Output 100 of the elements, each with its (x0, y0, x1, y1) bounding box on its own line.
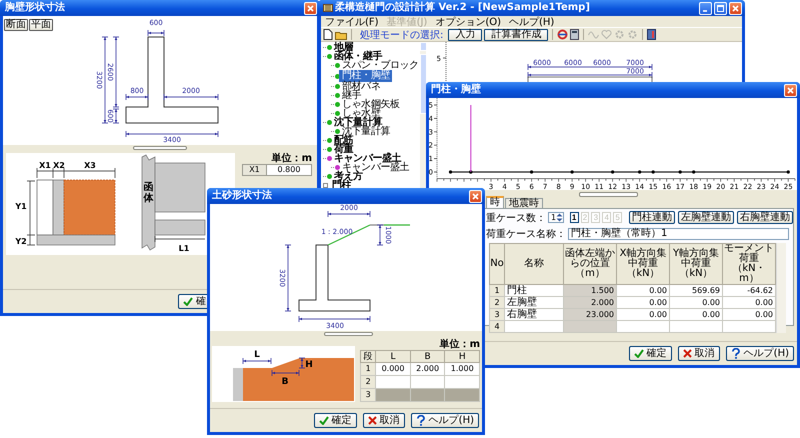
tree-item[interactable]: しゃ水壁 (341, 109, 382, 118)
data-point (652, 170, 655, 174)
tree-item[interactable]: 部材バネ (341, 82, 382, 91)
tree-item[interactable]: 配筋 (333, 136, 354, 145)
tab[interactable]: 時 (486, 196, 504, 208)
data-point (530, 170, 534, 174)
minimize-button[interactable] (699, 2, 712, 14)
case-count-label: 重ケース数： (486, 212, 546, 224)
tree-item[interactable]: 地層 (333, 43, 354, 52)
link-button[interactable]: 右胸壁連動 (737, 211, 794, 224)
help-button[interactable]: ヘルプ(H) (726, 346, 794, 361)
row-header: 1 (360, 362, 376, 376)
close-button[interactable] (304, 2, 317, 14)
data-point (448, 170, 452, 174)
dimension-line (376, 224, 384, 246)
table-cell[interactable] (564, 320, 616, 332)
ring-icon[interactable] (557, 29, 568, 40)
table-cell[interactable]: 2.000 (410, 362, 445, 376)
dimension-line (328, 210, 370, 218)
close-button[interactable] (469, 190, 482, 202)
close-button[interactable] (784, 84, 797, 96)
mode-button[interactable]: 計算書作成 (484, 28, 548, 40)
diagram-label: Y1 (15, 202, 27, 211)
diagram-label: L (254, 350, 260, 360)
splitter-handle[interactable] (133, 146, 187, 150)
table-cell[interactable]: 左胸壁 (504, 296, 564, 308)
table-cell[interactable]: 0.00 (670, 296, 722, 308)
table-cell[interactable]: 0.000 (376, 362, 410, 376)
calculator-icon[interactable] (570, 29, 580, 40)
table-cell[interactable]: 1.500 (564, 284, 616, 296)
folder-icon[interactable] (335, 30, 347, 40)
tree-item[interactable]: 継手 (341, 91, 362, 100)
scroll-thumb[interactable] (579, 192, 638, 197)
table-cell[interactable]: 0.00 (722, 308, 776, 320)
maximize-button[interactable] (714, 2, 727, 14)
tree-item[interactable]: 考え方 (333, 172, 364, 181)
tree-item[interactable]: しゃ水鋼矢板 (341, 100, 401, 109)
check-icon (318, 416, 329, 425)
view-button[interactable]: 平面 (29, 19, 53, 31)
dimension-line (164, 94, 218, 100)
cancel-button[interactable]: 取消 (678, 346, 720, 361)
scrollbar[interactable] (776, 243, 786, 333)
table-cell[interactable]: 2.000 (564, 296, 616, 308)
close-button[interactable] (729, 2, 742, 14)
splitter-handle[interactable] (324, 332, 373, 336)
book-icon[interactable] (647, 29, 656, 40)
row-header: 1 (490, 284, 504, 296)
confirm-button[interactable]: 確定 (314, 413, 357, 428)
tree-item[interactable]: キャンバー盛土 (341, 163, 410, 172)
menu-item[interactable]: ヘルプ(H) (509, 14, 554, 28)
table-cell[interactable]: 門柱 (504, 284, 564, 296)
view-button[interactable]: 断面 (4, 19, 28, 31)
table-cell[interactable]: 1.000 (444, 362, 480, 376)
table-cell[interactable]: 0.800 (267, 164, 312, 176)
window-title: 柔構造樋門の設計計算 Ver.2 - [NewSample1Temp] (335, 1, 591, 15)
case-button[interactable]: 1 (570, 212, 579, 223)
diagram-label: X1 (39, 161, 51, 170)
table-cell[interactable]: 0.00 (616, 308, 670, 320)
tree-item[interactable]: 函体・継手 (333, 52, 384, 61)
tree-item[interactable]: 門柱・胸壁 (339, 70, 392, 82)
tree-item[interactable]: スパン・ブロック (341, 61, 420, 70)
window-title: 胸壁形状寸法 (5, 1, 66, 15)
table-cell[interactable] (722, 320, 776, 332)
column-header: X軸方向集中荷重（kN） (616, 244, 670, 284)
table-cell[interactable] (504, 320, 564, 332)
menu-item[interactable]: オプション(O) (435, 14, 502, 28)
table-cell[interactable] (616, 320, 670, 332)
row-header: 3 (360, 388, 376, 402)
link-button[interactable]: 左胸壁連動 (678, 211, 734, 224)
menu-item[interactable]: ファイル(F) (325, 14, 379, 28)
table-cell[interactable]: 0.00 (670, 308, 722, 320)
table-cell[interactable]: 569.69 (670, 284, 722, 296)
data-point (570, 170, 574, 174)
cancel-button[interactable]: 取消 (362, 413, 405, 428)
tree-item[interactable]: 沈下量計算 (333, 118, 384, 127)
table-cell[interactable] (670, 320, 722, 332)
case-name-label: 荷重ケース名称： (486, 228, 566, 240)
link-button[interactable]: 門柱連動 (629, 211, 676, 224)
confirm-button[interactable]: 確定 (628, 346, 672, 361)
tab[interactable]: 地震時 (505, 198, 543, 208)
table-cell[interactable]: 23.000 (564, 308, 616, 320)
table-cell[interactable]: 0.00 (722, 296, 776, 308)
case-count-spinner[interactable]: 1 (548, 212, 564, 223)
new-file-icon[interactable] (323, 29, 333, 40)
cross-icon (682, 349, 692, 358)
column-header: Y軸方向集中荷重（kN） (670, 244, 722, 284)
table-cell[interactable]: 0.00 (616, 284, 670, 296)
tree-item[interactable]: 沈下量計算 (341, 127, 392, 136)
case-name-field[interactable]: 門柱・胸壁（常時）1 (568, 228, 789, 240)
spin-arrows-icon[interactable] (556, 213, 564, 222)
tree-item[interactable]: 荷重 (333, 145, 354, 154)
table-cell[interactable]: 0.00 (616, 296, 670, 308)
help-button[interactable]: ヘルプ(H) (410, 413, 479, 428)
tree-item[interactable]: キャンバー盛土 (333, 154, 402, 163)
table-cell[interactable]: 右胸壁 (504, 308, 564, 320)
table-cell[interactable]: -64.62 (722, 284, 776, 296)
mode-button[interactable]: 入力 (448, 28, 482, 40)
check-icon (634, 349, 644, 358)
column-header: B (410, 350, 445, 362)
gear-icon (614, 29, 626, 40)
